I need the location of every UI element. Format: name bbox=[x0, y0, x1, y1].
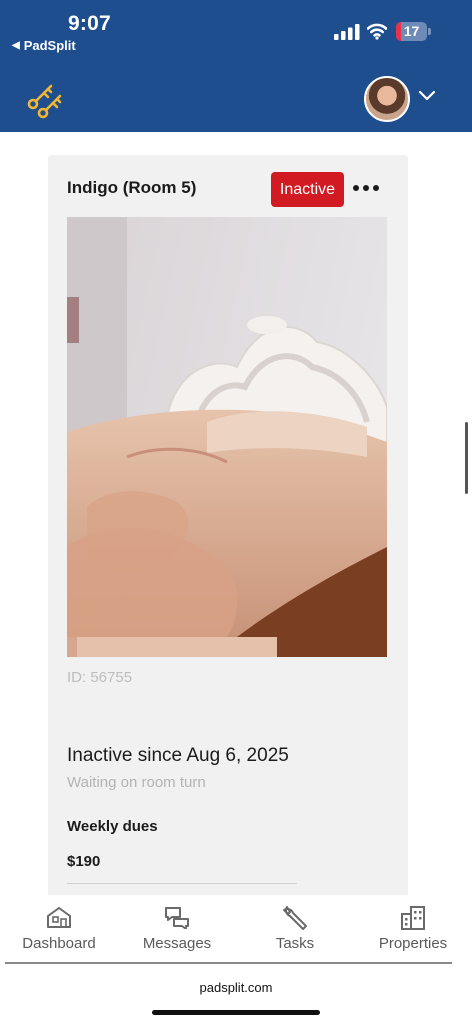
battery-level: 17 bbox=[403, 23, 420, 39]
room-substatus: Waiting on room turn bbox=[67, 774, 206, 791]
chevron-down-icon[interactable] bbox=[418, 90, 436, 102]
house-icon bbox=[47, 907, 71, 928]
keys-icon[interactable] bbox=[24, 80, 64, 120]
more-horizontal-icon[interactable] bbox=[353, 176, 379, 200]
wifi-icon bbox=[367, 23, 387, 40]
divider bbox=[67, 883, 297, 884]
home-indicator[interactable] bbox=[152, 1010, 320, 1015]
bottom-nav: Dashboard Messages Tasks Properties bbox=[0, 895, 472, 961]
weekly-dues-value: $190 bbox=[67, 853, 101, 870]
battery-indicator: 17 bbox=[396, 22, 432, 41]
inactive-since-text: Inactive since Aug 6, 2025 bbox=[67, 745, 289, 766]
address-domain[interactable]: padsplit.com bbox=[0, 980, 472, 995]
room-id: ID: 56755 bbox=[67, 669, 133, 686]
app-header: 9:07 ◀ PadSplit 17 bbox=[0, 0, 472, 132]
status-time: 9:07 bbox=[68, 12, 111, 35]
user-avatar[interactable] bbox=[364, 76, 410, 122]
cellular-signal-icon bbox=[334, 24, 360, 40]
room-photo-illustration bbox=[67, 217, 387, 657]
main-content[interactable]: Indigo (Room 5) Inactive ID: 56755 Inact… bbox=[0, 132, 472, 895]
nav-messages[interactable]: Messages bbox=[118, 895, 236, 961]
nav-label: Dashboard bbox=[22, 935, 96, 952]
status-badge: Inactive bbox=[271, 172, 344, 207]
back-triangle-icon: ◀ bbox=[12, 40, 20, 51]
scrollbar[interactable] bbox=[465, 422, 468, 494]
nav-label: Tasks bbox=[275, 935, 315, 952]
weekly-dues-label: Weekly dues bbox=[67, 818, 158, 835]
wrench-icon bbox=[283, 906, 307, 930]
back-to-app-link[interactable]: ◀ PadSplit bbox=[12, 38, 76, 53]
nav-label: Properties bbox=[378, 935, 448, 952]
browser-footer: padsplit.com bbox=[0, 964, 472, 1024]
room-name: Indigo (Room 5) bbox=[67, 178, 197, 197]
chat-bubbles-icon bbox=[165, 907, 189, 929]
back-app-label: PadSplit bbox=[23, 38, 76, 53]
nav-dashboard[interactable]: Dashboard bbox=[0, 895, 118, 961]
room-card: Indigo (Room 5) Inactive ID: 56755 Inact… bbox=[48, 155, 408, 895]
room-photo[interactable] bbox=[67, 217, 387, 657]
buildings-icon bbox=[401, 906, 425, 930]
battery-tip bbox=[428, 28, 431, 35]
nav-label: Messages bbox=[142, 935, 212, 952]
nav-properties[interactable]: Properties bbox=[354, 895, 472, 961]
nav-tasks[interactable]: Tasks bbox=[236, 895, 354, 961]
